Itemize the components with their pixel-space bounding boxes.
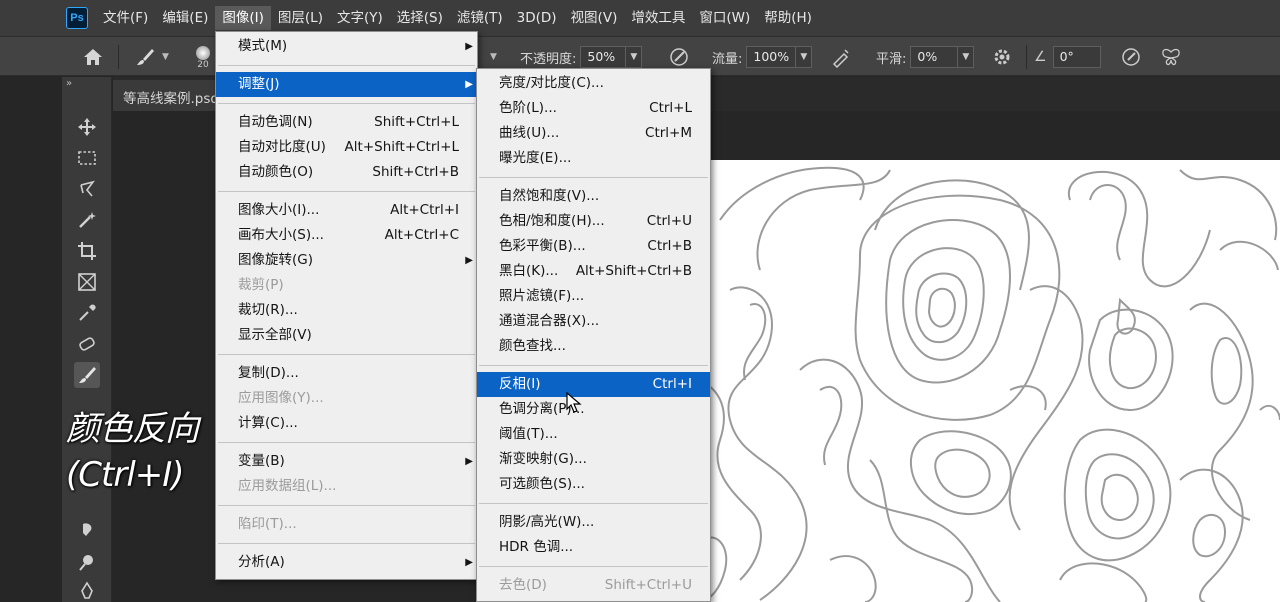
menu-item-reveal-all[interactable]: 显示全部(V) — [216, 323, 477, 348]
gear-icon[interactable] — [992, 37, 1012, 77]
menu-item-image-rotation[interactable]: 图像旋转(G) ▶ — [216, 248, 477, 273]
menu-item-shadows-highlights[interactable]: 阴影/高光(W)... — [477, 510, 710, 535]
eyedropper-tool-icon[interactable] — [74, 300, 100, 326]
submenu-arrow-icon: ▶ — [465, 456, 473, 467]
menu-3d[interactable]: 3D(D) — [510, 6, 564, 30]
menu-item-vibrance[interactable]: 自然饱和度(V)... — [477, 184, 710, 209]
flow-control: 流量: 100% ▼ — [712, 37, 813, 77]
menu-item-apply-image: 应用图像(Y)... — [238, 390, 324, 406]
lasso-tool-icon[interactable] — [74, 176, 100, 202]
symmetry-butterfly-icon[interactable] — [1160, 37, 1182, 77]
menu-window[interactable]: 窗口(W) — [692, 6, 757, 30]
angle-input[interactable]: 0° — [1052, 46, 1101, 68]
smoothing-label: 平滑: — [876, 51, 907, 67]
menu-item-levels[interactable]: 色阶(L)... Ctrl+L — [477, 96, 710, 121]
smudge-tool-icon[interactable] — [74, 518, 100, 544]
brush-tool-icon[interactable] — [74, 362, 100, 388]
menu-item-canvas-size[interactable]: 画布大小(S)... Alt+Ctrl+C — [216, 223, 477, 248]
opacity-input[interactable]: 50% — [580, 46, 627, 68]
menu-item-color-lookup[interactable]: 颜色查找... — [477, 334, 710, 359]
menu-item-image-size[interactable]: 图像大小(I)... Alt+Ctrl+I — [216, 198, 477, 223]
flow-input[interactable]: 100% — [746, 46, 797, 68]
menu-item-calculations[interactable]: 计算(C)... — [216, 411, 477, 436]
home-icon[interactable] — [82, 37, 104, 77]
menu-item-variables[interactable]: 变量(B) ▶ — [216, 449, 477, 474]
contour-map-artwork — [700, 166, 1280, 602]
caption-line-2: (Ctrl+I) — [66, 455, 185, 495]
smoothing-control: 平滑: 0% ▼ — [876, 37, 975, 77]
menu-item-desaturate: 去色(D) Shift+Ctrl+U — [499, 577, 692, 593]
menu-help[interactable]: 帮助(H) — [757, 6, 819, 30]
dodge-tool-icon[interactable] — [74, 549, 100, 575]
menu-item-black-white[interactable]: 黑白(K)... Alt+Shift+Ctrl+B — [477, 259, 710, 284]
brush-preset-icon[interactable]: ▼ — [134, 37, 169, 77]
menu-select[interactable]: 选择(S) — [390, 6, 450, 30]
flow-label: 流量: — [712, 51, 743, 67]
smoothing-input[interactable]: 0% — [910, 46, 959, 68]
smoothing-dropdown-icon[interactable]: ▼ — [958, 46, 975, 68]
photoshop-logo: Ps — [66, 7, 88, 29]
menu-item-auto-color[interactable]: 自动颜色(O) Shift+Ctrl+B — [216, 160, 477, 185]
brush-size-preview[interactable]: 20 — [196, 41, 210, 75]
menu-image[interactable]: 图像(I) — [215, 6, 271, 30]
collapse-panel-icon[interactable]: » — [66, 78, 72, 89]
menu-item-brightness-contrast[interactable]: 亮度/对比度(C)... — [477, 71, 710, 96]
menu-item-photo-filter[interactable]: 照片滤镜(F)... — [477, 284, 710, 309]
document-tab[interactable]: 等高线案例.psd — [113, 80, 217, 111]
airbrush-icon[interactable] — [830, 37, 852, 77]
menu-edit[interactable]: 编辑(E) — [155, 6, 215, 30]
menu-item-analysis[interactable]: 分析(A) ▶ — [216, 550, 477, 575]
move-tool-icon[interactable] — [74, 114, 100, 140]
menu-filter[interactable]: 滤镜(T) — [450, 6, 510, 30]
magic-wand-tool-icon[interactable] — [74, 207, 100, 233]
menu-item-invert[interactable]: 反相(I) Ctrl+I — [477, 372, 710, 397]
menu-item-gradient-map[interactable]: 渐变映射(G)... — [477, 447, 710, 472]
document-canvas[interactable] — [700, 160, 1280, 602]
menu-item-mode[interactable]: 模式(M) ▶ — [216, 34, 477, 59]
submenu-arrow-icon: ▶ — [465, 255, 473, 266]
menu-item-posterize[interactable]: 色调分离(P)... — [477, 397, 710, 422]
pressure-size-icon[interactable] — [1120, 37, 1142, 77]
angle-control: ∠ 0° — [1034, 37, 1101, 77]
menu-item-color-balance[interactable]: 色彩平衡(B)... Ctrl+B — [477, 234, 710, 259]
menu-bar: Ps 文件(F) 编辑(E) 图像(I) 图层(L) 文字(Y) 选择(S) 滤… — [0, 0, 1280, 36]
tutorial-caption: 颜色反向 (Ctrl+I) — [66, 406, 199, 498]
menu-item-apply-data-set: 应用数据组(L)... — [238, 478, 337, 494]
frame-tool-icon[interactable] — [74, 269, 100, 295]
menu-item-threshold[interactable]: 阈值(T)... — [477, 422, 710, 447]
menu-item-adjustments[interactable]: 调整(J) ▶ — [216, 72, 477, 97]
caption-line-1: 颜色反向 — [66, 409, 199, 449]
crop-tool-icon[interactable] — [74, 238, 100, 264]
menu-item-trim[interactable]: 裁切(R)... — [216, 298, 477, 323]
angle-icon: ∠ — [1034, 49, 1047, 65]
menu-file[interactable]: 文件(F) — [96, 6, 155, 30]
menu-item-channel-mixer[interactable]: 通道混合器(X)... — [477, 309, 710, 334]
submenu-arrow-icon: ▶ — [465, 557, 473, 568]
menu-item-auto-contrast[interactable]: 自动对比度(U) Alt+Shift+Ctrl+L — [216, 135, 477, 160]
menu-item-trap: 陷印(T)... — [238, 516, 297, 532]
opacity-dropdown-icon[interactable]: ▼ — [626, 46, 643, 68]
pen-tool-icon[interactable] — [74, 578, 100, 602]
menu-item-duplicate[interactable]: 复制(D)... — [216, 361, 477, 386]
menu-item-curves[interactable]: 曲线(U)... Ctrl+M — [477, 121, 710, 146]
submenu-arrow-icon: ▶ — [465, 41, 473, 52]
menu-item-crop: 裁剪(P) — [238, 277, 284, 293]
menu-item-hdr-toning[interactable]: HDR 色调... — [477, 535, 710, 560]
marquee-tool-icon[interactable] — [74, 145, 100, 171]
flow-dropdown-icon[interactable]: ▼ — [796, 46, 813, 68]
image-menu: 模式(M) ▶ 调整(J) ▶ 自动色调(N) Shift+Ctrl+L 自动对比度(… — [215, 31, 478, 580]
mouse-pointer-icon — [566, 391, 582, 418]
menu-item-auto-tone[interactable]: 自动色调(N) Shift+Ctrl+L — [216, 110, 477, 135]
menu-layer[interactable]: 图层(L) — [271, 6, 330, 30]
menu-item-exposure[interactable]: 曝光度(E)... — [477, 146, 710, 171]
menu-plugins[interactable]: 增效工具 — [624, 6, 692, 30]
menu-type[interactable]: 文字(Y) — [330, 6, 390, 30]
menu-view[interactable]: 视图(V) — [564, 6, 625, 30]
adjustments-submenu: 亮度/对比度(C)... 色阶(L)... Ctrl+L 曲线(U)... Ctrl… — [476, 68, 711, 602]
menu-item-hue-saturation[interactable]: 色相/饱和度(H)... Ctrl+U — [477, 209, 710, 234]
menu-item-selective-color[interactable]: 可选颜色(S)... — [477, 472, 710, 497]
healing-brush-tool-icon[interactable] — [74, 331, 100, 357]
submenu-arrow-icon: ▶ — [465, 79, 473, 90]
opacity-label: 不透明度: — [520, 51, 577, 67]
